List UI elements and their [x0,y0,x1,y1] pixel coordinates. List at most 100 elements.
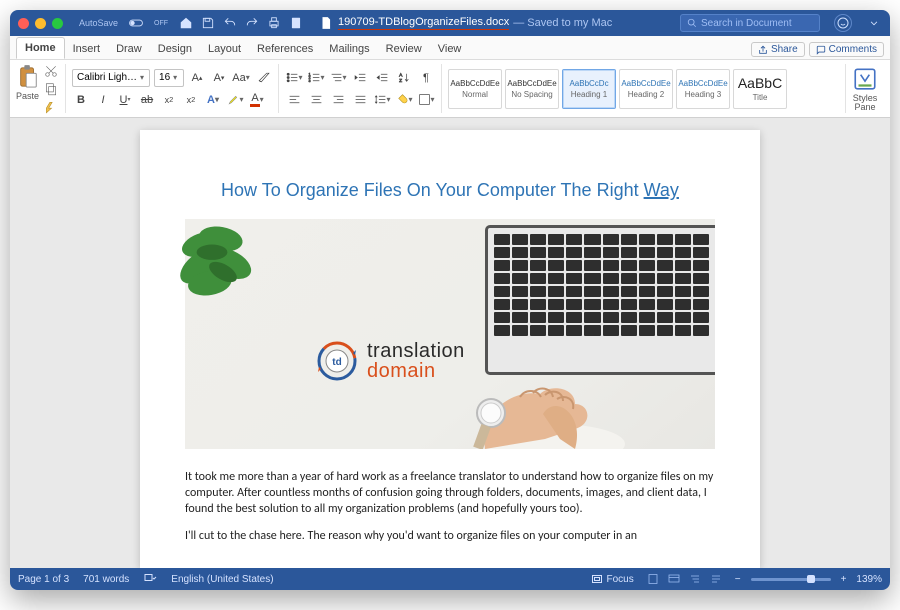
share-button[interactable]: Share [751,42,805,57]
styles-pane-button[interactable]: Styles Pane [852,66,878,112]
align-center-icon[interactable] [307,91,325,109]
shrink-font-icon[interactable]: A▾ [210,69,228,87]
print-icon[interactable] [266,15,282,31]
group-clipboard: Paste [16,64,66,113]
undo-icon[interactable] [222,15,238,31]
ribbon: Paste Calibri Ligh…▾ 16▾ A▴ A▾ Aa▾ B I U… [10,60,890,118]
paste-button[interactable]: Paste [16,64,39,113]
expand-icon[interactable] [866,15,882,31]
tab-draw[interactable]: Draw [108,39,150,59]
print-layout-icon[interactable] [644,572,662,586]
ribbon-tabs: Home Insert Draw Design Layout Reference… [10,36,890,60]
body-paragraph-2[interactable]: I'll cut to the chase here. The reason w… [185,528,715,544]
maximize-window-button[interactable] [52,18,63,29]
window-controls [18,18,63,29]
document-page[interactable]: How To Organize Files On Your Computer T… [140,130,760,568]
zoom-in-button[interactable]: + [841,574,847,585]
search-input[interactable]: Search in Document [680,14,820,32]
show-marks-icon[interactable]: ¶ [417,69,435,87]
style-heading-3[interactable]: AaBbCcDdEeHeading 3 [676,69,730,109]
document-heading[interactable]: How To Organize Files On Your Computer T… [185,180,715,201]
style-no-spacing[interactable]: AaBbCcDdEeNo Spacing [505,69,559,109]
statusbar: Page 1 of 3 701 words English (United St… [10,568,890,590]
font-color-icon[interactable]: A▾ [248,91,266,109]
justify-icon[interactable] [351,91,369,109]
align-left-icon[interactable] [285,91,303,109]
highlight-icon[interactable]: ▾ [226,91,244,109]
style-heading-1[interactable]: AaBbCcDcHeading 1 [562,69,616,109]
draft-view-icon[interactable] [707,572,725,586]
format-painter-icon[interactable] [43,100,59,114]
home-icon[interactable] [178,15,194,31]
zoom-level[interactable]: 139% [856,574,882,585]
line-spacing-icon[interactable]: ▾ [373,91,391,109]
grow-font-icon[interactable]: A▴ [188,69,206,87]
tab-layout[interactable]: Layout [200,39,249,59]
style-gallery: AaBbCcDdEeNormal AaBbCcDdEeNo Spacing Aa… [448,69,839,109]
svg-text:3: 3 [308,79,310,83]
spellcheck-icon[interactable] [143,572,157,587]
align-right-icon[interactable] [329,91,347,109]
strike-button[interactable]: ab [138,91,156,109]
close-window-button[interactable] [18,18,29,29]
language-indicator[interactable]: English (United States) [171,574,273,585]
bold-button[interactable]: B [72,91,90,109]
plant-graphic [179,217,289,327]
document-canvas[interactable]: How To Organize Files On Your Computer T… [10,118,890,568]
sort-icon[interactable]: AZ [395,69,413,87]
copy-icon[interactable] [43,82,59,96]
feedback-icon[interactable] [834,14,852,32]
filename-text: 190709-TDBlogOrganizeFiles.docx [338,16,509,30]
group-styles-pane: Styles Pane [852,64,884,113]
italic-button[interactable]: I [94,91,112,109]
document-icon [318,15,334,31]
hero-image[interactable]: td translationdomain [185,219,715,449]
underline-button[interactable]: U▾ [116,91,134,109]
page-indicator[interactable]: Page 1 of 3 [18,574,69,585]
subscript-button[interactable]: x2 [160,91,178,109]
autosave-toggle[interactable] [128,15,144,31]
focus-mode[interactable]: Focus [591,573,634,585]
tab-insert[interactable]: Insert [65,39,109,59]
web-layout-icon[interactable] [665,572,683,586]
text-effects-icon[interactable]: A▾ [204,91,222,109]
outline-view-icon[interactable] [686,572,704,586]
redo-icon[interactable] [244,15,260,31]
style-title[interactable]: AaBbCTitle [733,69,787,109]
style-heading-2[interactable]: AaBbCcDdEeHeading 2 [619,69,673,109]
template-icon[interactable] [288,15,304,31]
change-case-icon[interactable]: Aa▾ [232,69,250,87]
numbering-icon[interactable]: 123▾ [307,69,325,87]
view-modes [644,572,725,586]
clear-format-icon[interactable] [254,69,272,87]
tab-home[interactable]: Home [16,37,65,59]
font-name-select[interactable]: Calibri Ligh…▾ [72,69,150,87]
autosave-label: AutoSave [79,18,118,28]
multilevel-list-icon[interactable]: ▾ [329,69,347,87]
cut-icon[interactable] [43,64,59,78]
tab-mailings[interactable]: Mailings [321,39,377,59]
font-size-select[interactable]: 16▾ [154,69,184,87]
increase-indent-icon[interactable] [373,69,391,87]
body-paragraph-1[interactable]: It took me more than a year of hard work… [185,469,715,518]
tab-references[interactable]: References [249,39,321,59]
comments-button[interactable]: Comments [809,42,884,57]
superscript-button[interactable]: x2 [182,91,200,109]
shading-icon[interactable]: ▾ [395,91,413,109]
decrease-indent-icon[interactable] [351,69,369,87]
tab-review[interactable]: Review [378,39,430,59]
saved-status: — Saved to my Mac [513,17,612,29]
tab-view[interactable]: View [430,39,470,59]
svg-text:Z: Z [399,78,402,84]
word-count[interactable]: 701 words [83,574,129,585]
bullets-icon[interactable]: ▾ [285,69,303,87]
tab-design[interactable]: Design [150,39,200,59]
zoom-slider[interactable] [751,578,831,581]
minimize-window-button[interactable] [35,18,46,29]
style-normal[interactable]: AaBbCcDdEeNormal [448,69,502,109]
group-font: Calibri Ligh…▾ 16▾ A▴ A▾ Aa▾ B I U▾ ab x… [72,64,279,113]
document-title: 190709-TDBlogOrganizeFiles.docx — Saved … [318,15,612,31]
save-icon[interactable] [200,15,216,31]
zoom-out-button[interactable]: − [735,574,741,585]
borders-icon[interactable]: ▾ [417,91,435,109]
